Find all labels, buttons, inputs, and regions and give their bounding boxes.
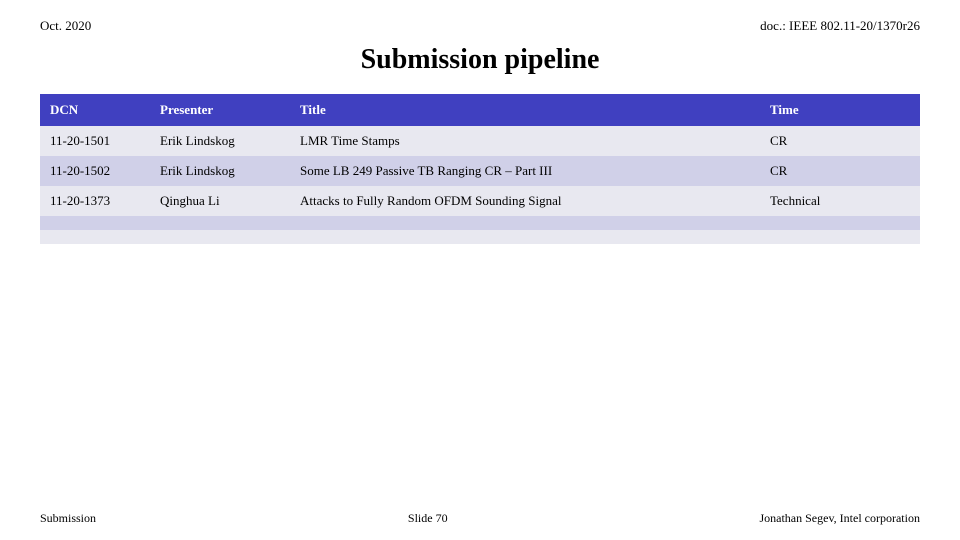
header-doc: doc.: IEEE 802.11-20/1370r26 [760, 18, 920, 34]
page-title: Submission pipeline [40, 44, 920, 76]
header-date: Oct. 2020 [40, 18, 91, 34]
cell-title [290, 216, 760, 230]
cell-time [760, 230, 920, 244]
footer-left: Submission [40, 511, 96, 526]
col-header-presenter: Presenter [150, 94, 290, 126]
cell-title [290, 230, 760, 244]
cell-dcn: 11-20-1502 [40, 156, 150, 186]
table-row [40, 216, 920, 230]
cell-dcn: 11-20-1373 [40, 186, 150, 216]
col-header-title: Title [290, 94, 760, 126]
cell-title: Some LB 249 Passive TB Ranging CR – Part… [290, 156, 760, 186]
cell-title: LMR Time Stamps [290, 126, 760, 156]
header: Oct. 2020 doc.: IEEE 802.11-20/1370r26 [40, 18, 920, 34]
cell-time: Technical [760, 186, 920, 216]
col-header-time: Time [760, 94, 920, 126]
submission-table: DCN Presenter Title Time 11-20-1501Erik … [40, 94, 920, 244]
cell-time: CR [760, 156, 920, 186]
footer-center: Slide 70 [408, 511, 448, 526]
cell-time: CR [760, 126, 920, 156]
cell-presenter [150, 216, 290, 230]
cell-presenter: Erik Lindskog [150, 156, 290, 186]
cell-presenter: Qinghua Li [150, 186, 290, 216]
footer-right: Jonathan Segev, Intel corporation [759, 511, 920, 526]
cell-presenter [150, 230, 290, 244]
footer: Submission Slide 70 Jonathan Segev, Inte… [40, 511, 920, 526]
table-row: 11-20-1502Erik LindskogSome LB 249 Passi… [40, 156, 920, 186]
cell-dcn: 11-20-1501 [40, 126, 150, 156]
cell-dcn [40, 216, 150, 230]
col-header-dcn: DCN [40, 94, 150, 126]
table-row: 11-20-1501Erik LindskogLMR Time StampsCR [40, 126, 920, 156]
table-header-row: DCN Presenter Title Time [40, 94, 920, 126]
page: Oct. 2020 doc.: IEEE 802.11-20/1370r26 S… [0, 0, 960, 540]
cell-dcn [40, 230, 150, 244]
cell-presenter: Erik Lindskog [150, 126, 290, 156]
cell-title: Attacks to Fully Random OFDM Sounding Si… [290, 186, 760, 216]
table-row: 11-20-1373Qinghua LiAttacks to Fully Ran… [40, 186, 920, 216]
cell-time [760, 216, 920, 230]
table-row [40, 230, 920, 244]
